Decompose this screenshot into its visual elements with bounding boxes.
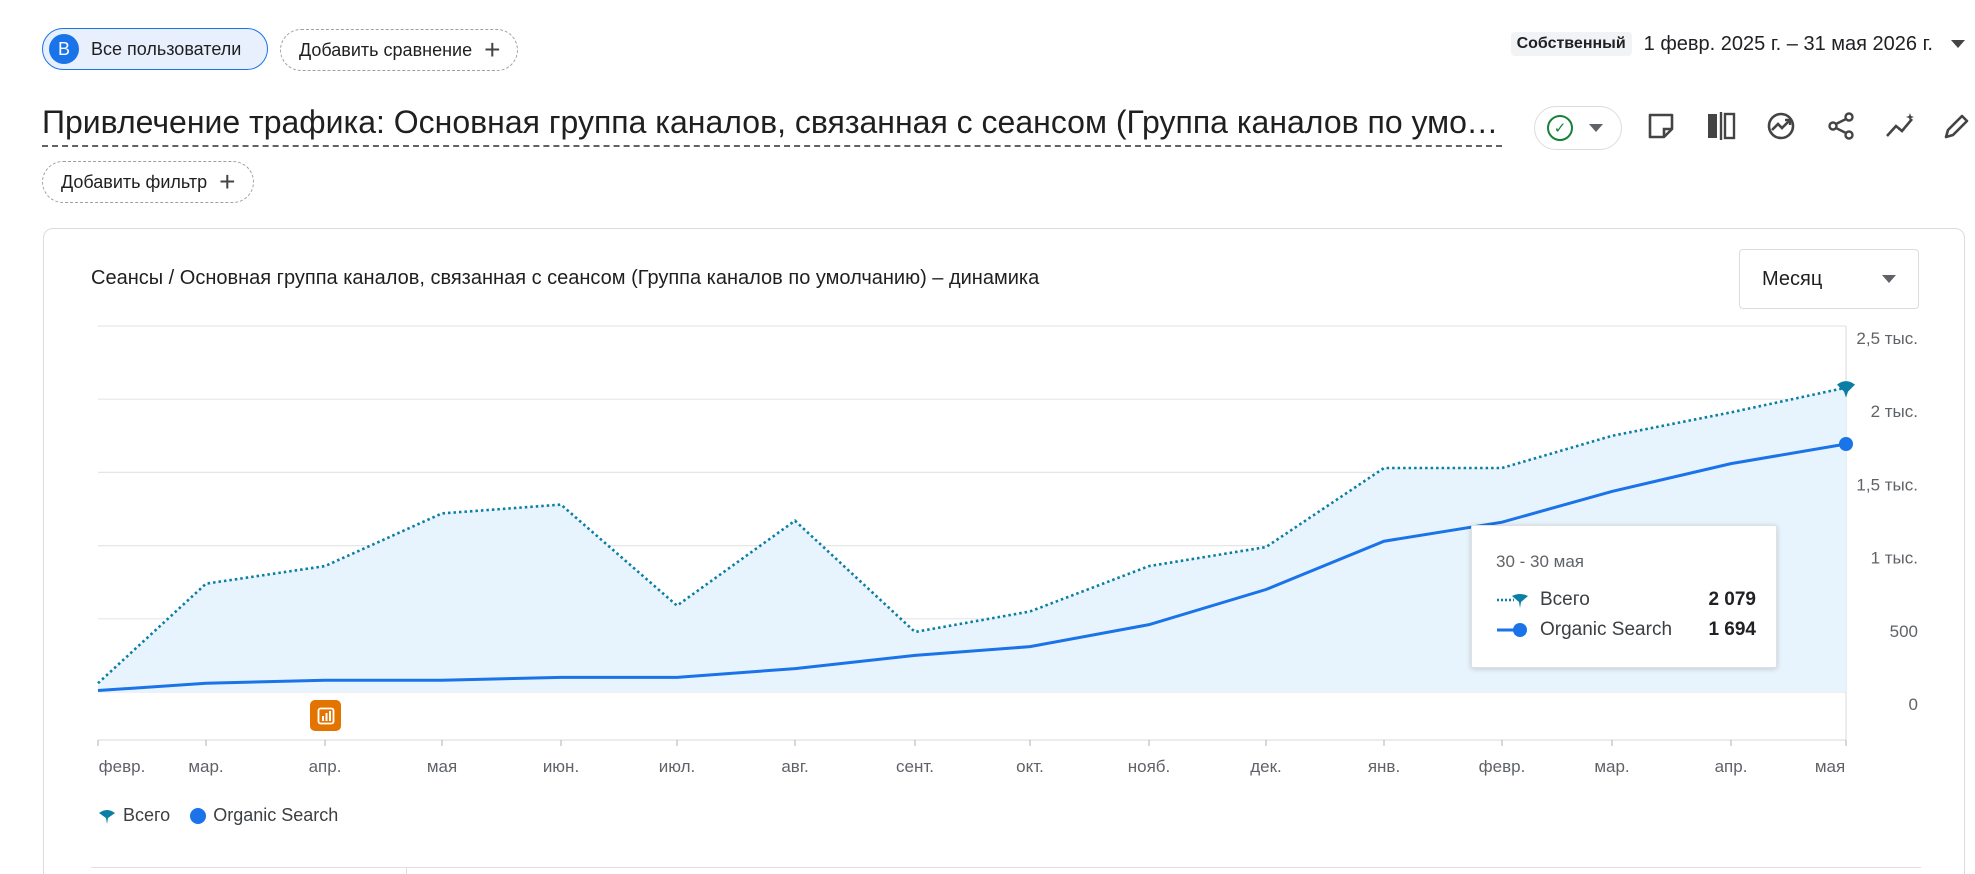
add-filter-label: Добавить фильтр [61,171,208,192]
add-comparison-label: Добавить сравнение [299,39,473,60]
tooltip-series-name: Всего [1540,589,1590,610]
annotation-marker[interactable] [310,700,341,731]
segment-label: Все пользователи [91,38,242,59]
period-select-value: Месяц [1762,267,1823,290]
legend-label: Всего [123,805,171,825]
trend-icon[interactable] [1881,106,1921,146]
chevron-down-icon [1951,40,1965,48]
tooltip-date: 30 - 30 мая [1496,552,1584,571]
date-range-text: 1 февр. 2025 г. – 31 мая 2026 г. [1643,32,1933,55]
notes-icon[interactable] [1641,106,1681,146]
plus-icon: + [484,34,501,65]
date-range-picker[interactable]: Собственный 1 февр. 2025 г. – 31 мая 202… [1510,32,1965,56]
legend-label: Organic Search [213,805,339,825]
organic-series-icon [190,807,207,824]
tooltip-row-total: Всего 2 079 [1496,589,1756,611]
insights-icon[interactable] [1761,106,1801,146]
tooltip-series-value: 1 694 [1708,619,1756,640]
date-badge: Собственный [1510,32,1632,56]
total-series-icon [1497,594,1528,608]
total-series-icon [99,809,115,824]
compare-columns-icon[interactable] [1701,106,1741,146]
plus-icon: + [219,166,236,197]
add-comparison-button[interactable]: Добавить сравнение + [280,29,518,71]
tooltip-row-organic: Organic Search 1 694 [1496,619,1756,641]
report-status-dropdown[interactable]: ✓ [1534,106,1622,150]
segment-avatar: В [49,34,79,64]
annotation-icon [317,707,334,724]
add-filter-button[interactable]: Добавить фильтр + [42,161,254,203]
chart-legend: Всего Organic Search [98,805,358,826]
chevron-down-icon [1882,275,1896,283]
edit-icon[interactable] [1941,106,1971,146]
legend-item-organic[interactable]: Organic Search [190,805,338,826]
share-icon[interactable] [1821,106,1861,146]
chevron-down-icon [1589,124,1603,132]
chart-tooltip: 30 - 30 мая Всего 2 079 Organic Search 1… [1471,525,1777,668]
divider [91,867,1921,868]
tooltip-series-name: Organic Search [1540,619,1673,640]
divider [406,867,407,874]
legend-item-total[interactable]: Всего [98,805,170,826]
chart-title: Сеансы / Основная группа каналов, связан… [91,267,1040,289]
organic-series-icon [1497,623,1527,637]
period-select[interactable]: Месяц [1739,249,1919,309]
tooltip-series-value: 2 079 [1708,589,1756,610]
report-title[interactable]: Привлечение трафика: Основная группа кан… [42,104,1502,147]
segment-chip-all-users[interactable]: В Все пользователи [42,28,268,70]
check-circle-icon: ✓ [1547,115,1573,141]
